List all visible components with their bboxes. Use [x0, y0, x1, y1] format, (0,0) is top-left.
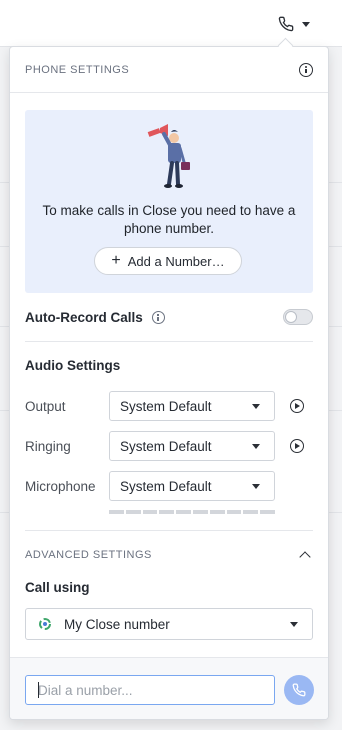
auto-record-toggle[interactable] — [283, 309, 313, 325]
auto-record-row: Auto-Record Calls — [25, 307, 313, 327]
toggle-knob — [285, 311, 297, 323]
chevron-down-icon — [252, 484, 260, 489]
microphone-value: System Default — [120, 478, 212, 494]
chevron-down-icon — [290, 622, 298, 627]
info-icon[interactable] — [151, 310, 165, 324]
phone-menu-trigger[interactable] — [278, 16, 310, 32]
advanced-settings-title: ADVANCED SETTINGS — [25, 549, 152, 561]
phone-number-promo: To make calls in Close you need to have … — [25, 110, 313, 293]
output-row: Output System Default — [25, 391, 313, 421]
chevron-down-icon — [252, 444, 260, 449]
call-using-label: Call using — [25, 580, 90, 595]
promo-message: To make calls in Close you need to have … — [42, 203, 296, 236]
divider — [25, 530, 313, 531]
popover-header: PHONE SETTINGS — [10, 47, 328, 93]
advanced-settings-header[interactable]: ADVANCED SETTINGS — [25, 547, 313, 563]
chevron-up-icon[interactable] — [299, 551, 311, 563]
ringing-select[interactable]: System Default — [109, 431, 275, 461]
chevron-down-icon — [302, 21, 310, 27]
close-logo-icon — [39, 618, 51, 630]
popover-title: PHONE SETTINGS — [25, 63, 130, 76]
audio-settings-title: Audio Settings — [25, 358, 121, 373]
phone-settings-popover: PHONE SETTINGS To make calls in Close yo… — [9, 46, 329, 720]
call-using-value: My Close number — [64, 616, 170, 632]
info-icon[interactable] — [299, 62, 313, 77]
add-number-label: Add a Number… — [127, 253, 225, 269]
microphone-level-meter — [109, 510, 275, 514]
divider — [25, 341, 313, 342]
dialer-footer — [10, 657, 328, 719]
chevron-down-icon — [252, 404, 260, 409]
play-test-ringing-icon[interactable] — [290, 439, 304, 453]
text-cursor — [38, 682, 39, 698]
ringing-label: Ringing — [25, 438, 71, 454]
output-value: System Default — [120, 398, 212, 414]
ringing-row: Ringing System Default — [25, 431, 313, 461]
microphone-select[interactable]: System Default — [109, 471, 275, 501]
dial-number-input[interactable] — [25, 675, 275, 705]
output-select[interactable]: System Default — [109, 391, 275, 421]
call-using-select[interactable]: My Close number — [25, 608, 313, 640]
phone-icon — [292, 683, 306, 697]
ringing-value: System Default — [120, 438, 212, 454]
microphone-label: Microphone — [25, 478, 96, 494]
person-with-megaphone-illustration — [147, 124, 190, 188]
call-button[interactable] — [284, 675, 314, 705]
plus-icon: + — [111, 252, 121, 269]
auto-record-label: Auto-Record Calls — [25, 309, 143, 325]
add-number-button[interactable]: + Add a Number… — [94, 247, 242, 275]
phone-icon — [278, 16, 294, 32]
output-label: Output — [25, 398, 66, 414]
microphone-row: Microphone System Default — [25, 471, 313, 501]
play-test-output-icon[interactable] — [290, 399, 304, 413]
